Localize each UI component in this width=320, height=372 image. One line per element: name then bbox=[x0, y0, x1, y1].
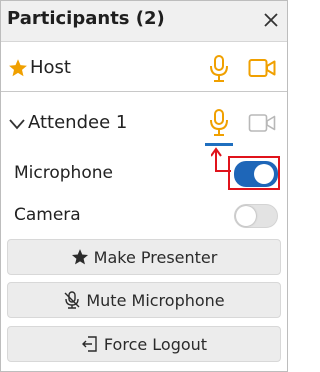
panel-header: Participants (2) bbox=[1, 1, 287, 42]
mute-microphone-label: Mute Microphone bbox=[86, 290, 225, 310]
force-logout-button[interactable]: Force Logout bbox=[7, 326, 281, 362]
panel-title: Participants (2) bbox=[7, 8, 165, 29]
annotation-arrow-icon bbox=[210, 147, 237, 179]
make-presenter-button[interactable]: Make Presenter bbox=[7, 239, 281, 275]
star-icon bbox=[71, 248, 89, 266]
microphone-off-icon bbox=[63, 291, 81, 309]
host-video-camera-icon[interactable] bbox=[248, 58, 276, 78]
attendee-microphone-icon[interactable] bbox=[208, 109, 230, 137]
star-icon bbox=[8, 58, 28, 78]
attendee-name[interactable]: Attendee 1 bbox=[28, 112, 127, 133]
participants-panel: Participants (2) Host Attendee 1 Microph… bbox=[0, 0, 288, 372]
make-presenter-label: Make Presenter bbox=[93, 247, 218, 267]
active-indicator bbox=[205, 143, 233, 146]
microphone-label: Microphone bbox=[14, 163, 113, 183]
close-icon[interactable] bbox=[263, 12, 279, 28]
toggle-knob bbox=[236, 206, 256, 226]
chevron-down-icon[interactable] bbox=[8, 116, 26, 130]
force-logout-label: Force Logout bbox=[103, 334, 208, 354]
logout-icon bbox=[81, 335, 99, 353]
participant-row-attendee: Attendee 1 bbox=[1, 101, 287, 149]
camera-label: Camera bbox=[14, 205, 81, 225]
attendee-video-camera-icon[interactable] bbox=[248, 113, 276, 133]
mute-microphone-button[interactable]: Mute Microphone bbox=[7, 282, 281, 318]
camera-toggle[interactable] bbox=[234, 204, 278, 228]
host-microphone-icon[interactable] bbox=[208, 55, 230, 83]
host-name: Host bbox=[30, 57, 71, 78]
participant-row-host: Host bbox=[1, 45, 287, 92]
